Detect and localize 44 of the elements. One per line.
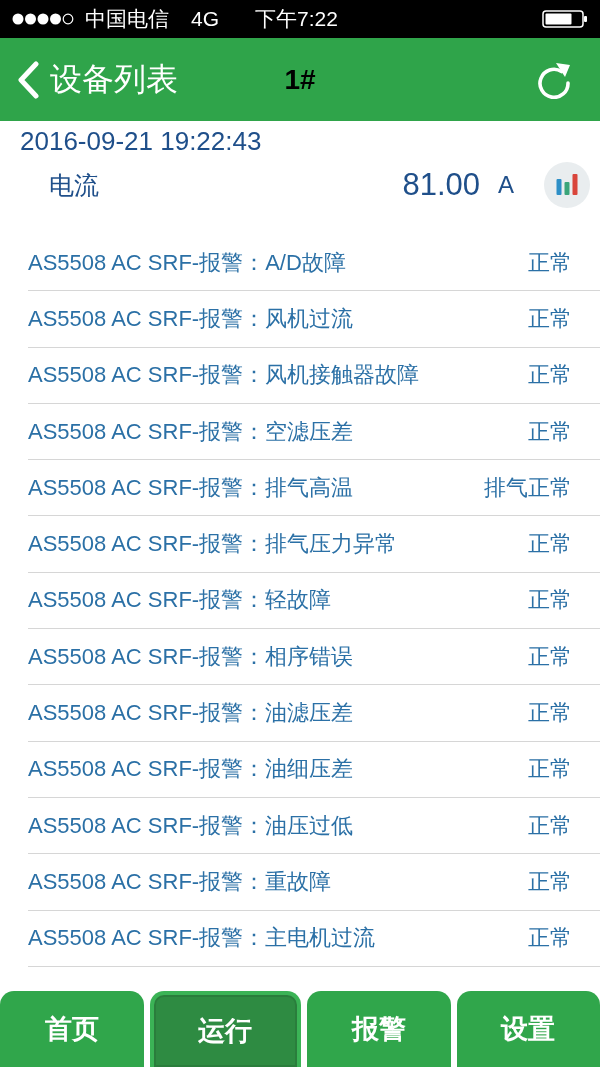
tab[interactable]: 运行 bbox=[149, 991, 301, 1067]
alarm-name: AS5508 AC SRF-报警：重故障 bbox=[28, 867, 333, 896]
network-type: 4G bbox=[191, 7, 219, 31]
alarm-name: AS5508 AC SRF-报警：风机接触器故障 bbox=[28, 361, 421, 390]
alarm-name: AS5508 AC SRF-报警：A/D故障 bbox=[28, 248, 347, 277]
tab[interactable]: 设置 bbox=[456, 991, 600, 1067]
alarm-name: AS5508 AC SRF-报警：相序错误 bbox=[28, 642, 355, 671]
alarm-status: 正常 bbox=[528, 304, 572, 333]
alarm-status: 正常 bbox=[528, 924, 572, 953]
alarm-status: 正常 bbox=[528, 642, 572, 671]
refresh-icon[interactable] bbox=[536, 60, 572, 99]
timestamp: 2016-09-21 19:22:43 bbox=[20, 125, 263, 157]
bar-chart-icon[interactable] bbox=[544, 162, 590, 208]
alarm-name: AS5508 AC SRF-报警：风机过流 bbox=[28, 304, 355, 333]
alarm-status: 正常 bbox=[528, 417, 572, 446]
measurement-unit: A bbox=[498, 171, 514, 199]
alarm-status: 正常 bbox=[528, 867, 572, 896]
alarm-name: AS5508 AC SRF-报警：空滤压差 bbox=[28, 417, 355, 446]
measurement-name: 电流 bbox=[49, 169, 100, 201]
chevron-left-icon bbox=[16, 60, 40, 99]
alarm-status: 排气正常 bbox=[484, 473, 572, 502]
back-button[interactable]: 设备列表 bbox=[16, 57, 178, 102]
status-time: 下午7:22 bbox=[255, 6, 339, 32]
alarm-status: 正常 bbox=[528, 755, 572, 784]
alarm-status: 正常 bbox=[528, 530, 572, 559]
signal-strength-icon bbox=[12, 13, 74, 25]
alarm-status: 正常 bbox=[528, 586, 572, 615]
measurement-value: 81.00 bbox=[402, 167, 480, 203]
alarm-name: AS5508 AC SRF-报警：排气高温 bbox=[28, 473, 355, 502]
alarm-name: AS5508 AC SRF-报警：油细压差 bbox=[28, 755, 355, 784]
alarm-status: 正常 bbox=[528, 361, 572, 390]
battery-icon bbox=[542, 10, 588, 28]
alarm-name: AS5508 AC SRF-报警：油压过低 bbox=[28, 811, 355, 840]
alarm-name: AS5508 AC SRF-报警：排气压力异常 bbox=[28, 530, 399, 559]
alarm-status: 正常 bbox=[528, 699, 572, 727]
tab[interactable]: 首页 bbox=[0, 991, 144, 1067]
alarm-status: 正常 bbox=[528, 811, 572, 840]
alarm-status: 正常 bbox=[528, 248, 572, 277]
page-title: 1# bbox=[284, 63, 316, 95]
alarm-name: AS5508 AC SRF-报警：主电机过流 bbox=[28, 924, 377, 953]
tab[interactable]: 报警 bbox=[307, 991, 451, 1067]
alarm-name: AS5508 AC SRF-报警：油滤压差 bbox=[28, 699, 355, 727]
carrier-name: 中国电信 bbox=[85, 6, 169, 32]
alarm-name: AS5508 AC SRF-报警：轻故障 bbox=[28, 586, 333, 615]
